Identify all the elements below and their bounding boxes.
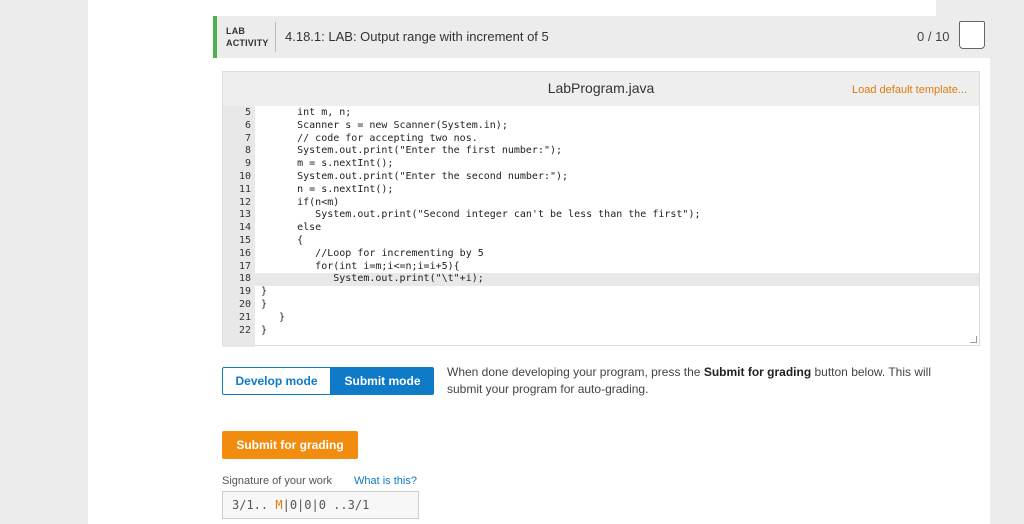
line-number: 17 [238, 260, 251, 272]
code-line[interactable]: 10 System.out.print("Enter the second nu… [223, 171, 979, 184]
line-number: 14 [238, 222, 251, 234]
mode-toggle: Develop mode Submit mode [222, 367, 434, 395]
signature-part1: 3/1.. [232, 498, 276, 512]
code-area[interactable]: 5 int m, n; 6 Scanner s = new Scanner(Sys… [223, 106, 979, 345]
code-line[interactable]: 11 n = s.nextInt(); [223, 184, 979, 197]
submit-mode-button[interactable]: Submit mode [331, 367, 434, 395]
code-text: m = s.nextInt(); [261, 158, 394, 170]
line-number: 19 [238, 286, 251, 298]
line-number: 8 [244, 145, 251, 157]
code-line[interactable]: 22} [223, 325, 979, 338]
code-line[interactable]: 18 System.out.print("\t"+i); [223, 273, 979, 287]
code-line[interactable]: 15 { [223, 235, 979, 248]
line-number: 15 [238, 235, 251, 246]
code-text: //Loop for incrementing by 5 [261, 247, 484, 259]
code-text: // code for accepting two nos. [261, 132, 478, 144]
lab-label-line1: LAB [226, 26, 246, 36]
page-content: LAB ACTIVITY 4.18.1: LAB: Output range w… [88, 0, 990, 524]
signature-part2: M [275, 498, 283, 512]
code-text: } [261, 324, 268, 336]
code-text: System.out.print("Second integer can't b… [261, 209, 701, 221]
editor-header: LabProgram.java Load default template... [223, 72, 979, 106]
code-line[interactable]: 16 //Loop for incrementing by 5 [223, 248, 979, 261]
activity-title: 4.18.1: LAB: Output range with increment… [285, 29, 549, 44]
code-line[interactable]: 6 Scanner s = new Scanner(System.in); [223, 120, 979, 133]
code-editor[interactable]: LabProgram.java Load default template...… [222, 71, 980, 347]
line-number: 16 [238, 247, 251, 259]
code-text: System.out.print("\t"+i); [261, 273, 484, 285]
submit-for-grading-button[interactable]: Submit for grading [222, 431, 358, 459]
code-line[interactable]: 21 } [223, 312, 979, 325]
code-text: for(int i=m;i<=n;i=i+5){ [261, 260, 460, 272]
lab-label-line2: ACTIVITY [226, 38, 269, 48]
line-number: 5 [244, 107, 251, 118]
code-line[interactable]: 12 if(n<m) [223, 197, 979, 210]
line-number: 13 [238, 209, 251, 221]
code-line[interactable]: 7 // code for accepting two nos. [223, 133, 979, 146]
code-text: System.out.print("Enter the second numbe… [261, 171, 569, 182]
line-number: 12 [238, 196, 251, 208]
instructions-prefix: When done developing your program, press… [447, 365, 704, 379]
code-line[interactable]: 20} [223, 299, 979, 312]
code-text: } [261, 286, 268, 298]
line-number: 7 [244, 132, 251, 144]
header-divider [275, 22, 276, 52]
load-default-template-link[interactable]: Load default template... [852, 84, 967, 96]
completion-badge-icon [959, 21, 985, 49]
code-text: } [261, 311, 286, 323]
code-line[interactable]: 5 int m, n; [223, 107, 979, 120]
code-line[interactable]: 13 System.out.print("Second integer can'… [223, 209, 979, 222]
code-line[interactable]: 9 m = s.nextInt(); [223, 158, 979, 171]
code-text: else [261, 222, 322, 234]
line-number: 20 [238, 299, 251, 310]
resize-handle-icon[interactable] [970, 336, 977, 343]
line-number: 9 [244, 158, 251, 170]
develop-mode-button[interactable]: Develop mode [222, 367, 331, 395]
code-text: Scanner s = new Scanner(System.in); [261, 119, 508, 131]
code-line[interactable]: 17 for(int i=m;i<=n;i=i+5){ [223, 261, 979, 274]
line-number: 11 [238, 183, 251, 195]
lab-activity-card: LAB ACTIVITY 4.18.1: LAB: Output range w… [213, 16, 990, 524]
signature-part3: |0|0|0 ..3/1 [282, 498, 370, 512]
code-line[interactable]: 19} [223, 286, 979, 299]
activity-header: LAB ACTIVITY 4.18.1: LAB: Output range w… [213, 16, 990, 58]
signature-label: Signature of your work [222, 475, 333, 487]
line-number: 6 [244, 119, 251, 131]
code-text: if(n<m) [261, 196, 340, 208]
code-text: } [261, 299, 268, 310]
code-line[interactable]: 14 else [223, 222, 979, 235]
instructions-bold: Submit for grading [703, 365, 812, 379]
score-display: 0 / 10 [917, 29, 950, 44]
code-text: System.out.print("Enter the first number… [261, 145, 563, 157]
what-is-this-link[interactable]: What is this? [354, 475, 417, 487]
code-text: int m, n; [261, 107, 352, 118]
lab-activity-label: LAB ACTIVITY [226, 25, 272, 49]
code-text: n = s.nextInt(); [261, 183, 394, 195]
submit-instructions: When done developing your program, press… [447, 364, 967, 398]
line-number: 10 [238, 171, 251, 182]
activity-body: LabProgram.java Load default template...… [213, 58, 990, 524]
code-line[interactable]: 8 System.out.print("Enter the first numb… [223, 145, 979, 158]
line-number: 22 [238, 324, 251, 336]
line-number: 21 [238, 311, 251, 323]
line-number: 18 [238, 273, 251, 285]
signature-box: 3/1.. M|0|0|0 ..3/1 [222, 491, 419, 519]
code-text: { [261, 235, 304, 246]
